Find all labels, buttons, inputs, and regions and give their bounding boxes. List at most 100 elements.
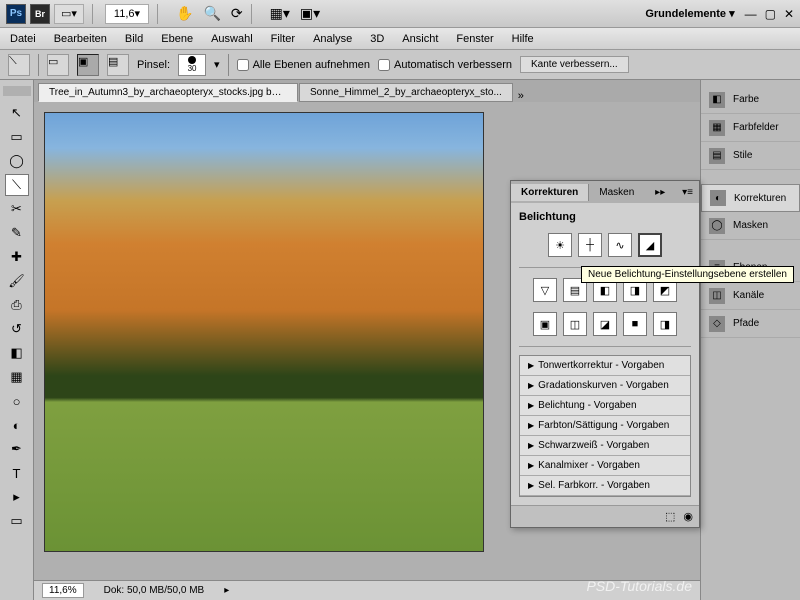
menu-analyse[interactable]: Analyse (313, 33, 352, 45)
panel-menu-icon[interactable]: ▾≡ (676, 187, 699, 198)
zoom-value: 11,6 (114, 8, 135, 20)
panel-handle[interactable] (3, 86, 31, 96)
panel-label: Korrekturen (734, 193, 786, 204)
exposure-icon[interactable]: ◢ (638, 233, 662, 257)
invert-icon[interactable]: ◫ (563, 312, 587, 336)
add-selection-icon[interactable]: ▣ (77, 54, 99, 76)
menu-auswahl[interactable]: Auswahl (211, 33, 253, 45)
close-icon[interactable]: ✕ (784, 7, 794, 21)
launch-dropdown[interactable]: ▭▾ (54, 4, 84, 24)
eyedropper-tool-icon[interactable]: ✎ (5, 222, 29, 244)
channel-mixer-icon[interactable]: ▣ (533, 312, 557, 336)
separator (157, 4, 158, 24)
panel-korrekturen[interactable]: ◐Korrekturen (701, 184, 800, 212)
bridge-logo-icon[interactable]: Br (30, 4, 50, 24)
preset-item[interactable]: ▶Belichtung - Vorgaben (520, 396, 690, 416)
sample-all-layers-checkbox[interactable]: Alle Ebenen aufnehmen (237, 59, 370, 71)
crop-tool-icon[interactable]: ✂ (5, 198, 29, 220)
tab-korrekturen[interactable]: Korrekturen (511, 184, 589, 201)
menu-hilfe[interactable]: Hilfe (512, 33, 534, 45)
zoom-display[interactable]: 11,6% (42, 583, 84, 598)
tools-panel: ↖ ▭ ◯ ⟍ ✂ ✎ ✚ 🖌 ⎙ ↺ ◧ ▦ ○ ◐ ✒ T ▸ ▭ (0, 80, 34, 600)
panel-stile[interactable]: ▤Stile (701, 142, 800, 170)
preset-item[interactable]: ▶Gradationskurven - Vorgaben (520, 376, 690, 396)
panel-pfade[interactable]: ◇Pfade (701, 310, 800, 338)
gradient-map-icon[interactable]: ◨ (653, 312, 677, 336)
vibrance-icon[interactable]: ▽ (533, 278, 557, 302)
preset-item[interactable]: ▶Farbton/Sättigung - Vorgaben (520, 416, 690, 436)
new-selection-icon[interactable]: ▭ (47, 54, 69, 76)
expand-view-icon[interactable]: ⬚ (665, 510, 675, 523)
canvas-image[interactable] (44, 112, 484, 552)
blur-tool-icon[interactable]: ○ (5, 390, 29, 412)
adjustments-panel-footer: ⬚ ◉ (511, 505, 699, 527)
pen-tool-icon[interactable]: ✒ (5, 438, 29, 460)
menu-datei[interactable]: Datei (10, 33, 36, 45)
dodge-tool-icon[interactable]: ◐ (5, 414, 29, 436)
zoom-level-dropdown[interactable]: 11,6 ▾ (105, 4, 149, 24)
tab-overflow-icon[interactable]: » (514, 90, 528, 102)
path-select-icon[interactable]: ▸ (5, 486, 29, 508)
move-tool-icon[interactable]: ↖ (5, 102, 29, 124)
brush-dropdown-icon[interactable]: ▾ (214, 58, 220, 71)
tooltip: Neue Belichtung-Einstellungsebene erstel… (581, 266, 794, 283)
quick-select-tool-icon[interactable]: ⟍ (5, 174, 29, 196)
auto-enhance-checkbox[interactable]: Automatisch verbessern (378, 59, 512, 71)
panel-farbfelder[interactable]: ▦Farbfelder (701, 114, 800, 142)
hand-tool-icon[interactable]: ✋ (176, 5, 193, 22)
stamp-tool-icon[interactable]: ⎙ (5, 294, 29, 316)
gradient-tool-icon[interactable]: ▦ (5, 366, 29, 388)
menu-filter[interactable]: Filter (271, 33, 295, 45)
subtract-selection-icon[interactable]: ▤ (107, 54, 129, 76)
arrange-docs-icon[interactable]: ▦▾ (270, 5, 290, 22)
healing-tool-icon[interactable]: ✚ (5, 246, 29, 268)
tab-masken[interactable]: Masken (589, 184, 644, 201)
clip-to-layer-icon[interactable]: ◉ (683, 510, 693, 523)
levels-icon[interactable]: ┼ (578, 233, 602, 257)
sample-all-label: Alle Ebenen aufnehmen (253, 59, 370, 71)
brush-preset-picker[interactable]: 30 (178, 54, 206, 76)
brush-tool-icon[interactable]: 🖌 (5, 270, 29, 292)
status-dropdown-icon[interactable]: ▸ (224, 585, 229, 596)
channels-panel-icon: ◫ (709, 288, 725, 304)
menu-3d[interactable]: 3D (370, 33, 384, 45)
menu-fenster[interactable]: Fenster (456, 33, 493, 45)
right-panel-dock: ◧Farbe ▦Farbfelder ▤Stile ◐Korrekturen ◯… (700, 80, 800, 600)
posterize-icon[interactable]: ◪ (593, 312, 617, 336)
workspace-switcher[interactable]: Grundelemente ▾ (645, 7, 734, 20)
shape-tool-icon[interactable]: ▭ (5, 510, 29, 532)
panel-masken[interactable]: ◯Masken (701, 212, 800, 240)
current-tool-icon[interactable]: ⟍ (8, 54, 30, 76)
masks-panel-icon: ◯ (709, 218, 725, 234)
eraser-tool-icon[interactable]: ◧ (5, 342, 29, 364)
zoom-tool-icon[interactable]: 🔍 (203, 5, 220, 22)
threshold-icon[interactable]: ■ (623, 312, 647, 336)
minimize-icon[interactable]: — (745, 7, 757, 21)
maximize-icon[interactable]: ▢ (765, 7, 776, 21)
tab-tree-autumn[interactable]: Tree_in_Autumn3_by_archaeopteryx_stocks.… (38, 83, 298, 102)
collapse-panel-icon[interactable]: ▸▸ (649, 187, 671, 198)
preset-item[interactable]: ▶Tonwertkorrektur - Vorgaben (520, 356, 690, 376)
menu-bar: Datei Bearbeiten Bild Ebene Auswahl Filt… (0, 28, 800, 50)
type-tool-icon[interactable]: T (5, 462, 29, 484)
preset-item[interactable]: ▶Schwarzweiß - Vorgaben (520, 436, 690, 456)
rotate-view-icon[interactable]: ⟳ (231, 5, 243, 22)
menu-ansicht[interactable]: Ansicht (402, 33, 438, 45)
brightness-contrast-icon[interactable]: ☀ (548, 233, 572, 257)
tab-sonne-himmel[interactable]: Sonne_Himmel_2_by_archaeopteryx_sto... (299, 83, 513, 102)
presets-list[interactable]: ▶Tonwertkorrektur - Vorgaben ▶Gradations… (519, 355, 691, 497)
menu-ebene[interactable]: Ebene (161, 33, 193, 45)
screen-mode-icon[interactable]: ▣▾ (300, 5, 320, 22)
history-brush-icon[interactable]: ↺ (5, 318, 29, 340)
refine-edge-button[interactable]: Kante verbessern... (520, 56, 629, 73)
preset-item[interactable]: ▶Sel. Farbkorr. - Vorgaben (520, 476, 690, 496)
menu-bild[interactable]: Bild (125, 33, 143, 45)
lasso-tool-icon[interactable]: ◯ (5, 150, 29, 172)
menu-bearbeiten[interactable]: Bearbeiten (54, 33, 107, 45)
preset-item[interactable]: ▶Kanalmixer - Vorgaben (520, 456, 690, 476)
styles-panel-icon: ▤ (709, 148, 725, 164)
panel-kanaele[interactable]: ◫Kanäle (701, 282, 800, 310)
marquee-tool-icon[interactable]: ▭ (5, 126, 29, 148)
curves-icon[interactable]: ∿ (608, 233, 632, 257)
panel-farbe[interactable]: ◧Farbe (701, 86, 800, 114)
